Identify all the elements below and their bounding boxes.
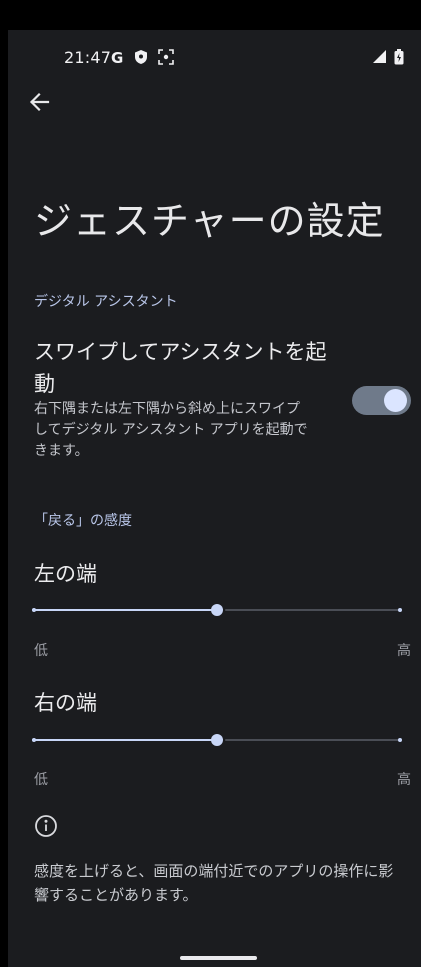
arrow-back-icon: [26, 92, 54, 120]
section-header-back-sensitivity: 「戻る」の感度: [34, 513, 132, 529]
left-edge-label: 左の端: [34, 562, 97, 586]
slider-thumb[interactable]: [211, 604, 223, 616]
info-icon: [34, 814, 58, 838]
toggle-thumb: [384, 389, 407, 412]
left-edge-high-label: 高: [397, 643, 411, 659]
footer-note: 感度を上げると、画面の端付近でのアプリの操作に影 響することがあります。: [34, 862, 394, 904]
right-edge-slider[interactable]: [32, 728, 402, 752]
slider-thumb[interactable]: [211, 734, 223, 746]
signal-icon: [372, 49, 387, 68]
setting-description: 右下隅または左下隅から斜め上にスワイプ してデジタル アシスタント アプリを起動…: [34, 401, 308, 459]
setting-title: スワイプしてアシスタントを起 動: [34, 340, 327, 396]
screenshot-icon: [158, 49, 174, 69]
shield-icon: [134, 49, 148, 69]
slider-end-dot: [398, 608, 402, 612]
slider-start-dot: [32, 738, 36, 742]
slider-track-inactive: [225, 739, 402, 741]
slider-track-active: [32, 609, 214, 611]
slider-start-dot: [32, 608, 36, 612]
assistant-toggle[interactable]: [352, 386, 411, 415]
battery-icon: [394, 49, 404, 69]
status-bar: 21:47 G: [8, 45, 421, 71]
svg-text:G: G: [111, 49, 123, 65]
section-header-assistant: デジタル アシスタント: [34, 294, 178, 310]
right-edge-label: 右の端: [34, 691, 97, 715]
settings-screen: 21:47 G ジェスチャーの設定 デジタル アシスタント スワイプしてアシスタ…: [8, 30, 421, 967]
status-time: 21:47: [64, 48, 112, 67]
back-button[interactable]: [26, 88, 54, 116]
left-edge-low-label: 低: [34, 643, 48, 659]
google-g-icon: G: [110, 49, 126, 69]
right-edge-low-label: 低: [34, 772, 48, 788]
page-title: ジェスチャーの設定: [34, 199, 385, 243]
slider-track-inactive: [225, 609, 402, 611]
left-edge-slider[interactable]: [32, 598, 402, 622]
gesture-nav-handle[interactable]: [180, 956, 257, 960]
slider-track-active: [32, 739, 214, 741]
slider-end-dot: [398, 738, 402, 742]
right-edge-high-label: 高: [397, 772, 411, 788]
